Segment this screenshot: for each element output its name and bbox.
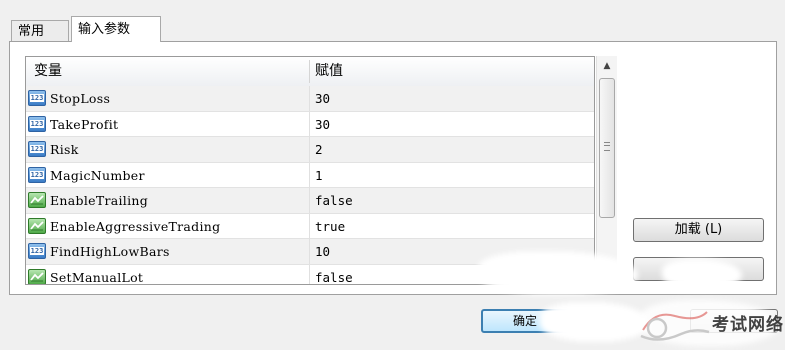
- cell-divider: [309, 86, 310, 111]
- parameter-value[interactable]: 2: [315, 137, 323, 162]
- boolean-type-icon: [28, 217, 46, 234]
- integer-type-icon-label: 123: [30, 119, 44, 128]
- boolean-type-icon: [28, 192, 46, 208]
- parameter-value[interactable]: 30: [315, 86, 330, 111]
- integer-type-icon: 123: [28, 115, 46, 132]
- cell-divider: [309, 162, 310, 188]
- table-row[interactable]: 123 Risk 2: [26, 137, 594, 163]
- integer-type-icon-label: 123: [30, 145, 44, 153]
- grip-icon: [604, 142, 610, 151]
- parameter-value[interactable]: 10: [315, 239, 330, 264]
- parameter-name: FindHighLowBars: [50, 244, 170, 259]
- redaction-smudge: [540, 302, 650, 342]
- redaction-smudge: [478, 251, 638, 295]
- parameter-name: EnableAggressiveTrading: [50, 218, 221, 234]
- grid-header: 变量 赋值: [26, 57, 594, 87]
- boolean-type-icon: [28, 268, 46, 284]
- cell-divider: [309, 137, 310, 162]
- integer-type-icon: 123: [28, 166, 46, 183]
- parameter-name: MagicNumber: [50, 167, 145, 183]
- parameter-name: EnableTrailing: [50, 193, 149, 208]
- parameter-name: SetManualLot: [50, 269, 144, 285]
- vertical-scrollbar[interactable]: ▲: [596, 56, 617, 285]
- table-row[interactable]: 123 TakeProfit 30: [26, 111, 594, 137]
- table-row[interactable]: 123 StopLoss 30: [26, 86, 594, 112]
- integer-type-icon-label: 123: [30, 247, 44, 255]
- parameter-value[interactable]: false: [315, 265, 353, 285]
- watermark-logo-icon: [640, 311, 710, 341]
- cell-divider: [309, 111, 310, 137]
- column-divider[interactable]: [309, 60, 310, 83]
- table-row[interactable]: 123 MagicNumber 1: [26, 162, 594, 188]
- integer-type-icon-label: 123: [30, 170, 44, 179]
- tab-input-parameters[interactable]: 输入参数: [71, 16, 161, 42]
- integer-type-icon: 123: [28, 90, 46, 106]
- parameters-grid: 变量 赋值 123 StopLoss 30 123 TakeProfit 30 123 Ris…: [25, 56, 595, 285]
- scroll-up-arrow-icon[interactable]: ▲: [597, 56, 617, 76]
- integer-type-icon-label: 123: [30, 94, 44, 102]
- column-header-variable[interactable]: 变量: [34, 57, 62, 86]
- scroll-thumb[interactable]: [599, 78, 615, 218]
- column-header-value[interactable]: 赋值: [315, 57, 343, 86]
- parameter-value[interactable]: 30: [315, 112, 330, 137]
- cell-divider: [309, 264, 310, 284]
- load-button[interactable]: 加载 (L): [633, 218, 764, 242]
- integer-type-icon: 123: [28, 243, 46, 259]
- table-row[interactable]: EnableTrailing false: [26, 188, 594, 214]
- table-row[interactable]: EnableAggressiveTrading true: [26, 213, 594, 239]
- parameter-value[interactable]: true: [315, 214, 345, 239]
- parameter-name: Risk: [50, 142, 79, 157]
- parameter-value[interactable]: 1: [315, 163, 323, 188]
- redaction-smudge: [662, 259, 742, 289]
- parameter-name: TakeProfit: [50, 116, 119, 132]
- cell-divider: [309, 213, 310, 239]
- parameter-value[interactable]: false: [315, 188, 353, 213]
- integer-type-icon: 123: [28, 141, 46, 157]
- parameter-name: StopLoss: [50, 91, 111, 106]
- watermark-text: 考试网络: [712, 315, 784, 335]
- tab-general[interactable]: 常用: [11, 20, 69, 42]
- cell-divider: [309, 239, 310, 264]
- cell-divider: [309, 188, 310, 213]
